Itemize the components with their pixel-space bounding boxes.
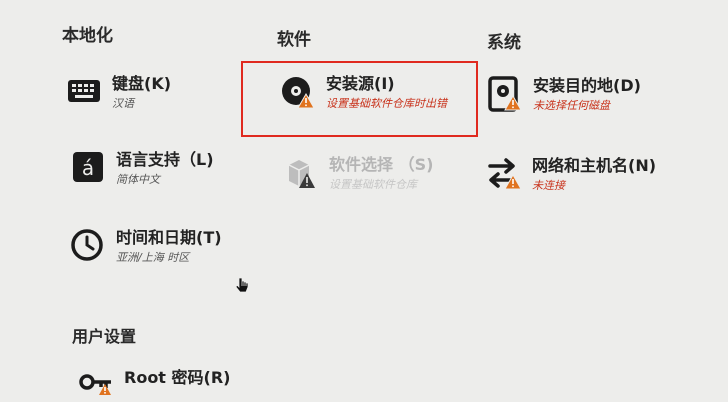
hard-drive-icon (487, 76, 523, 112)
localization-heading: 本地化 (62, 26, 113, 46)
network-arrows-icon (486, 156, 522, 192)
root-password-spoke[interactable]: Root 密码(R) (78, 368, 230, 398)
network-hostname-spoke[interactable]: 网络和主机名(N) 未连接 (486, 156, 656, 193)
language-support-spoke[interactable]: á 语言支持（L) 简体中文 (70, 150, 214, 187)
clock-icon (70, 228, 106, 264)
install-destination-subtitle: 未选择任何磁盘 (533, 99, 610, 112)
root-password-title: Root 密码(R) (124, 368, 231, 387)
keyboard-icon (66, 74, 102, 110)
time-subtitle: 亚洲/上海 时区 (116, 251, 190, 264)
install-destination-spoke[interactable]: 安装目的地(D) 未选择任何磁盘 (487, 76, 641, 113)
time-title: 时间和日期(T) (116, 228, 222, 247)
install-destination-title: 安装目的地(D) (533, 76, 641, 95)
software-selection-title: 软件选择 （S) (329, 155, 434, 174)
network-subtitle: 未连接 (532, 179, 565, 192)
install-source-highlight (241, 61, 478, 137)
keyboard-subtitle: 汉语 (112, 97, 134, 110)
language-icon: á (70, 150, 106, 186)
key-icon (78, 368, 114, 398)
software-selection-subtitle: 设置基础软件仓库 (329, 178, 417, 191)
keyboard-spoke[interactable]: 键盘(K) 汉语 (66, 74, 171, 111)
software-heading: 软件 (277, 30, 311, 50)
package-icon (283, 155, 319, 191)
software-selection-spoke: 软件选择 （S) 设置基础软件仓库 (283, 155, 433, 192)
language-subtitle: 简体中文 (116, 173, 160, 186)
language-title: 语言支持（L) (116, 150, 214, 169)
network-title: 网络和主机名(N) (532, 156, 657, 175)
time-date-spoke[interactable]: 时间和日期(T) 亚洲/上海 时区 (70, 228, 222, 265)
hand-cursor-icon (234, 276, 250, 298)
svg-text:á: á (82, 156, 94, 180)
user-settings-heading: 用户设置 (72, 327, 137, 346)
keyboard-title: 键盘(K) (112, 74, 172, 93)
system-heading: 系统 (487, 33, 521, 53)
